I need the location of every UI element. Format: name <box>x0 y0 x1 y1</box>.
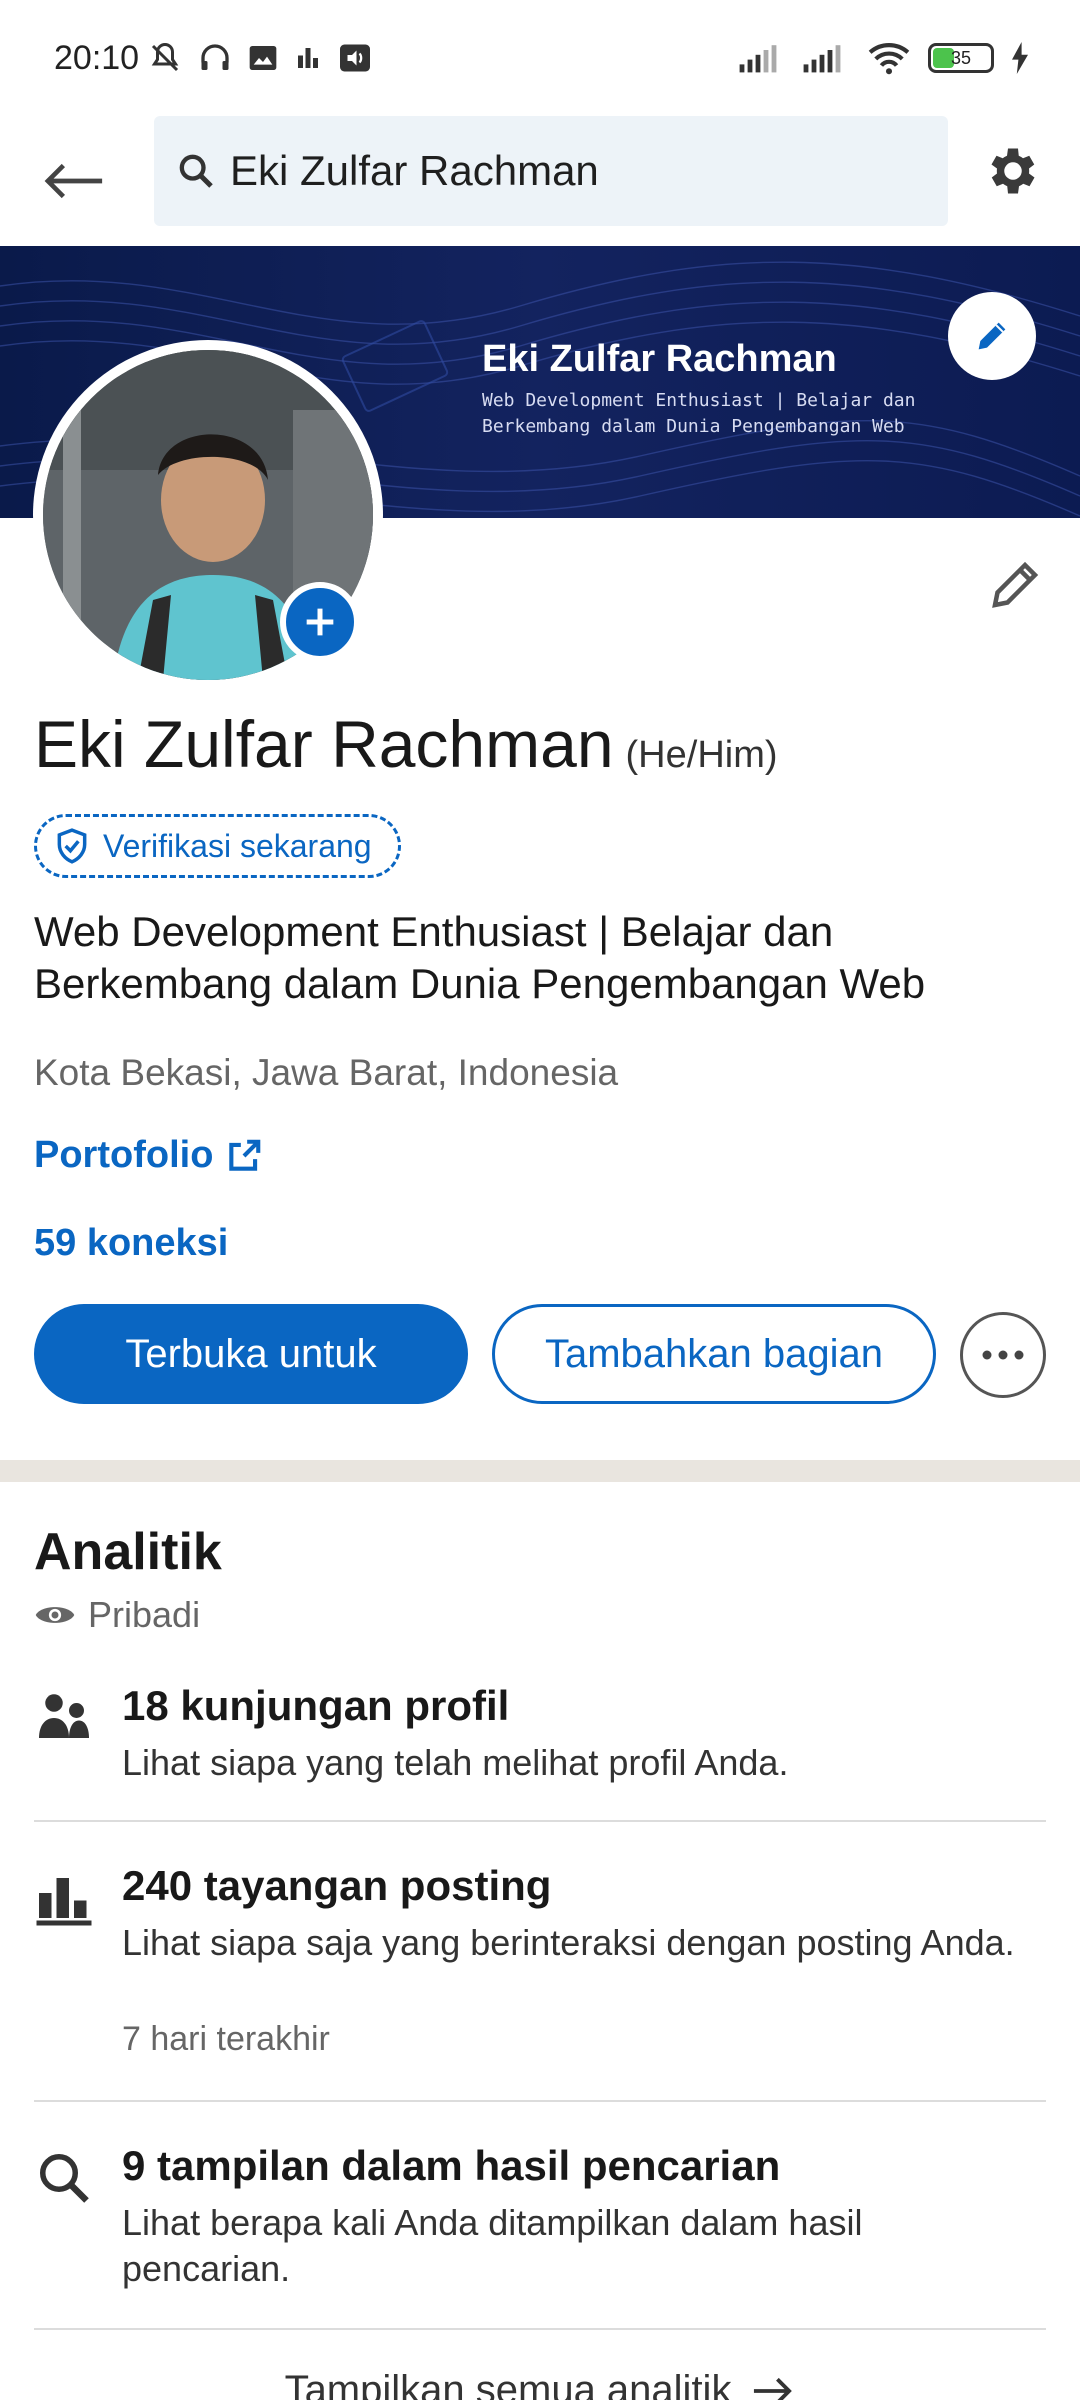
status-left-icons <box>147 40 373 76</box>
gear-icon <box>991 148 1035 194</box>
name-row: Eki Zulfar Rachman (He/Him) <box>34 706 778 782</box>
top-bar: Eki Zulfar Rachman <box>0 116 1080 246</box>
edit-intro-button[interactable] <box>980 550 1050 620</box>
volume-icon <box>340 44 371 72</box>
analytics-separator <box>34 2100 1046 2102</box>
plus-icon <box>306 608 334 636</box>
analytics-item-period: 7 hari terakhir <box>122 2020 330 2058</box>
profile-location: Kota Bekasi, Jawa Barat, Indonesia <box>34 1052 619 1093</box>
more-options-button[interactable] <box>960 1312 1046 1398</box>
pencil-icon <box>978 322 1006 350</box>
profile-headline: Web Development Enthusiast | Belajar dan… <box>34 908 926 1007</box>
status-bar: 20:10 35 <box>0 0 1080 116</box>
portfolio-label: Portofolio <box>34 1134 214 1176</box>
image-icon <box>249 46 277 70</box>
equalizer-icon <box>298 48 319 68</box>
analytics-title: Analitik <box>34 1523 222 1581</box>
pencil-icon <box>992 561 1039 608</box>
status-right-icons: 35 <box>738 41 1030 75</box>
show-all-label: Tampilkan semua analitik <box>284 2368 732 2400</box>
search-value: Eki Zulfar Rachman <box>230 147 599 194</box>
edit-banner-button[interactable] <box>948 292 1036 380</box>
analytics-item-search-appearances[interactable]: 9 tampilan dalam hasil pencarian Lihat b… <box>34 2142 1046 2292</box>
search-icon <box>40 2154 89 2203</box>
settings-button[interactable] <box>980 138 1046 204</box>
battery-level: 35 <box>950 47 972 68</box>
more-dots-icon <box>982 1350 1024 1360</box>
add-photo-button[interactable] <box>280 582 360 662</box>
wifi-icon <box>868 43 910 75</box>
analytics-item-title: 18 kunjungan profil <box>122 1682 510 1729</box>
profile-name: Eki Zulfar Rachman <box>34 707 614 781</box>
portfolio-link[interactable]: Portofolio <box>34 1134 263 1177</box>
back-button[interactable] <box>40 146 110 216</box>
analytics-item-desc: Lihat berapa kali Anda ditampilkan dalam… <box>122 2202 863 2289</box>
analytics-item-title: 9 tampilan dalam hasil pencarian <box>122 2142 781 2189</box>
external-link-icon <box>229 1139 261 1171</box>
headphones-icon <box>201 44 229 70</box>
verify-now-button[interactable]: Verifikasi sekarang <box>34 814 401 878</box>
charging-icon <box>1012 42 1028 74</box>
shield-check-icon <box>57 828 87 864</box>
analytics-item-desc: Lihat siapa yang telah melihat profil An… <box>122 1742 789 1783</box>
arrow-right-icon <box>754 2377 793 2400</box>
analytics-item-post-impressions[interactable]: 240 tayangan posting Lihat siapa saja ya… <box>34 1862 1046 2062</box>
battery-icon: 35 <box>928 43 994 73</box>
banner-subtitle: Web Development Enthusiast | Belajar dan… <box>482 390 916 437</box>
analytics-separator <box>34 2328 1046 2330</box>
status-time: 20:10 <box>54 38 140 77</box>
signal-icon <box>739 45 777 73</box>
signal-icon <box>803 45 841 73</box>
search-input[interactable]: Eki Zulfar Rachman <box>154 116 948 226</box>
analytics-separator <box>34 1820 1046 1822</box>
analytics-item-desc: Lihat siapa saja yang berinteraksi denga… <box>122 1922 1015 1963</box>
eye-icon <box>35 1607 75 1623</box>
profile-pronouns: (He/Him) <box>625 734 778 776</box>
people-icon <box>39 1694 89 1738</box>
analytics-visibility: Pribadi <box>34 1594 200 1636</box>
banner-title: Eki Zulfar Rachman <box>482 338 837 380</box>
back-arrow-icon <box>44 163 103 199</box>
verify-label: Verifikasi sekarang <box>103 827 372 864</box>
bar-chart-icon <box>36 1878 92 1926</box>
add-section-button[interactable]: Tambahkan bagian <box>492 1304 936 1404</box>
mute-bell-icon <box>151 42 179 72</box>
open-to-button[interactable]: Terbuka untuk <box>34 1304 468 1404</box>
visibility-label: Pribadi <box>88 1594 201 1635</box>
section-divider <box>0 1460 1080 1482</box>
connections-link[interactable]: 59 koneksi <box>34 1222 228 1265</box>
analytics-item-profile-views[interactable]: 18 kunjungan profil Lihat siapa yang tel… <box>34 1682 1046 1792</box>
analytics-item-title: 240 tayangan posting <box>122 1862 552 1909</box>
show-all-analytics-button[interactable]: Tampilkan semua analitik <box>0 2368 1080 2400</box>
search-icon <box>179 154 213 188</box>
